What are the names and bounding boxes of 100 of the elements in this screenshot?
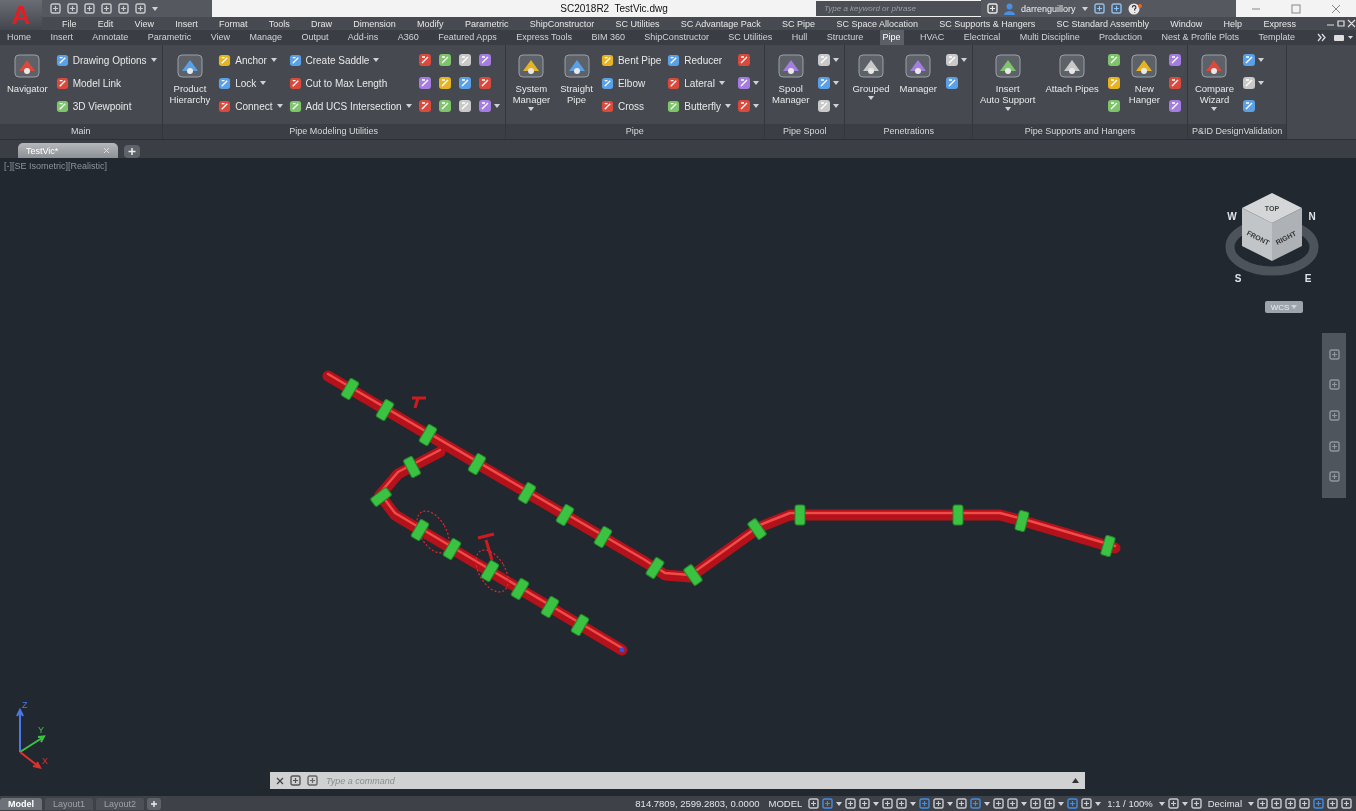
tool-button[interactable] xyxy=(477,99,500,113)
tool-button[interactable] xyxy=(417,76,432,90)
navigation-tool-icon[interactable] xyxy=(1328,440,1340,452)
panel-title[interactable]: Penetrations xyxy=(845,124,972,139)
tool-icon[interactable] xyxy=(561,51,592,81)
ribbon-button[interactable]: Drawing Options xyxy=(55,52,157,68)
tool-button[interactable] xyxy=(457,99,472,113)
status-toggle-icon[interactable] xyxy=(1007,798,1019,809)
compass-letter[interactable]: N xyxy=(1308,211,1316,222)
ribbon-button[interactable]: Straight Pipe xyxy=(558,49,595,107)
caret-icon[interactable] xyxy=(1181,801,1188,806)
ribbon-tab[interactable]: Express Tools xyxy=(513,30,575,45)
caret-icon[interactable] xyxy=(1021,801,1028,806)
tool-button[interactable] xyxy=(457,53,472,67)
status-toggle-icon[interactable] xyxy=(1299,798,1310,809)
tool-button[interactable] xyxy=(1242,76,1265,90)
menu-item[interactable]: SC Advantage Pack xyxy=(680,18,761,29)
tool-button[interactable] xyxy=(1106,76,1121,90)
tool-icon[interactable] xyxy=(667,76,681,90)
tool-icon[interactable] xyxy=(600,76,614,90)
tool-button[interactable] xyxy=(417,53,432,67)
panel-title[interactable]: Pipe Modeling Utilities xyxy=(162,124,505,139)
tool-button[interactable] xyxy=(437,99,452,113)
compass-letter[interactable]: E xyxy=(1304,273,1312,284)
menu-item[interactable]: Insert xyxy=(175,18,198,29)
ribbon-tab[interactable]: Manage xyxy=(246,30,285,45)
ribbon-tab[interactable]: Hull xyxy=(788,30,811,45)
caret-icon[interactable] xyxy=(947,801,954,806)
ribbon-tab[interactable]: Production xyxy=(1096,30,1146,45)
ribbon-button[interactable]: System Manager xyxy=(510,49,553,113)
menu-item[interactable]: SC Standard Assembly xyxy=(1056,18,1150,29)
tool-button[interactable] xyxy=(817,53,840,67)
navigation-tool-icon[interactable] xyxy=(1328,471,1340,483)
menu-item[interactable]: Help xyxy=(1223,18,1243,29)
ribbon-button[interactable]: Elbow xyxy=(600,75,662,91)
menu-item[interactable]: Parametric xyxy=(464,18,509,29)
ribbon-tab[interactable]: Insert xyxy=(47,30,76,45)
menu-item[interactable]: Format xyxy=(218,18,248,29)
ribbon-button[interactable]: Butterfly xyxy=(667,98,731,114)
ribbon-tab[interactable]: Template xyxy=(1255,30,1298,45)
ribbon-button[interactable]: Attach Pipes xyxy=(1043,49,1101,96)
caret-icon[interactable] xyxy=(836,801,843,806)
ribbon-button[interactable]: Bent Pipe xyxy=(600,52,662,68)
menu-item[interactable]: SC Space Allocation xyxy=(836,18,918,29)
panel-title[interactable]: Pipe xyxy=(505,124,764,139)
model-space-toggle[interactable]: MODEL xyxy=(765,798,806,809)
menu-item[interactable]: File xyxy=(62,18,77,29)
navigation-tool-icon[interactable] xyxy=(1328,410,1340,421)
ribbon-tab[interactable]: Add-ins xyxy=(344,30,382,45)
ribbon-button[interactable]: Grouped xyxy=(850,49,892,102)
ribbon-button[interactable]: Connect xyxy=(218,98,283,114)
menu-item[interactable]: ShipConstructor xyxy=(529,18,595,29)
ribbon-tab[interactable]: Nest & Profile Plots xyxy=(1158,30,1243,45)
units-menu[interactable]: Decimal xyxy=(1204,798,1245,809)
tool-icon[interactable] xyxy=(1129,51,1160,81)
ribbon-tab[interactable]: Structure xyxy=(823,30,867,45)
status-toggle-icon[interactable] xyxy=(1285,798,1296,809)
ribbon-tab[interactable]: SC Utilities xyxy=(725,30,776,45)
tool-icon[interactable] xyxy=(600,53,614,67)
status-toggle-icon[interactable] xyxy=(1327,798,1338,809)
ribbon-button[interactable]: Cross xyxy=(600,98,662,114)
tool-icon[interactable] xyxy=(992,51,1023,81)
tool-icon[interactable] xyxy=(855,51,886,81)
tool-button[interactable] xyxy=(817,99,840,113)
ribbon-tab[interactable]: Featured Apps xyxy=(435,30,500,45)
ribbon-tab[interactable]: ShipConstructor xyxy=(641,30,712,45)
tool-icon[interactable] xyxy=(55,53,69,67)
status-toggle-icon[interactable] xyxy=(896,798,908,809)
ribbon-tab[interactable]: Annotate xyxy=(89,30,132,45)
ribbon-button[interactable]: Compare Wizard xyxy=(1192,49,1237,113)
tool-button[interactable] xyxy=(944,53,967,67)
ribbon-tab[interactable]: A360 xyxy=(394,30,422,45)
ribbon-tab[interactable]: Multi Discipline xyxy=(1016,30,1083,45)
ribbon-button[interactable]: Reducer xyxy=(667,52,731,68)
status-toggle-icon[interactable] xyxy=(1044,798,1056,809)
status-toggle-icon[interactable] xyxy=(1257,798,1268,809)
command-input[interactable]: Type a command xyxy=(324,774,1066,787)
toolbar-icon[interactable] xyxy=(135,3,146,14)
tool-button[interactable] xyxy=(477,76,492,90)
ribbon-button[interactable]: Manager xyxy=(897,49,939,96)
status-toggle-icon[interactable] xyxy=(1341,798,1352,809)
ribbon-button[interactable]: Lateral xyxy=(667,75,731,91)
tool-icon[interactable] xyxy=(667,53,681,67)
status-toggle-icon[interactable] xyxy=(919,798,931,809)
ribbon-tab[interactable]: Output xyxy=(298,30,332,45)
ribbon-tab[interactable]: HVAC xyxy=(917,30,948,45)
tool-button[interactable] xyxy=(437,53,452,67)
tool-icon[interactable] xyxy=(667,99,681,113)
tool-icon[interactable] xyxy=(288,99,302,113)
tool-button[interactable] xyxy=(1242,53,1265,67)
status-toggle-icon[interactable] xyxy=(808,798,820,809)
new-layout-icon[interactable] xyxy=(147,797,162,810)
status-toggle-icon[interactable] xyxy=(933,798,945,809)
panel-title[interactable]: P&ID DesignValidation xyxy=(1187,124,1287,139)
caret-icon[interactable] xyxy=(910,801,917,806)
coordinates[interactable]: 814.7809, 2599.2803, 0.0000 xyxy=(632,798,763,809)
status-toggle-icon[interactable] xyxy=(822,798,834,809)
status-toggle-icon[interactable] xyxy=(1313,798,1324,809)
ribbon-button[interactable]: Navigator xyxy=(5,49,50,96)
tool-icon[interactable] xyxy=(1199,51,1230,81)
